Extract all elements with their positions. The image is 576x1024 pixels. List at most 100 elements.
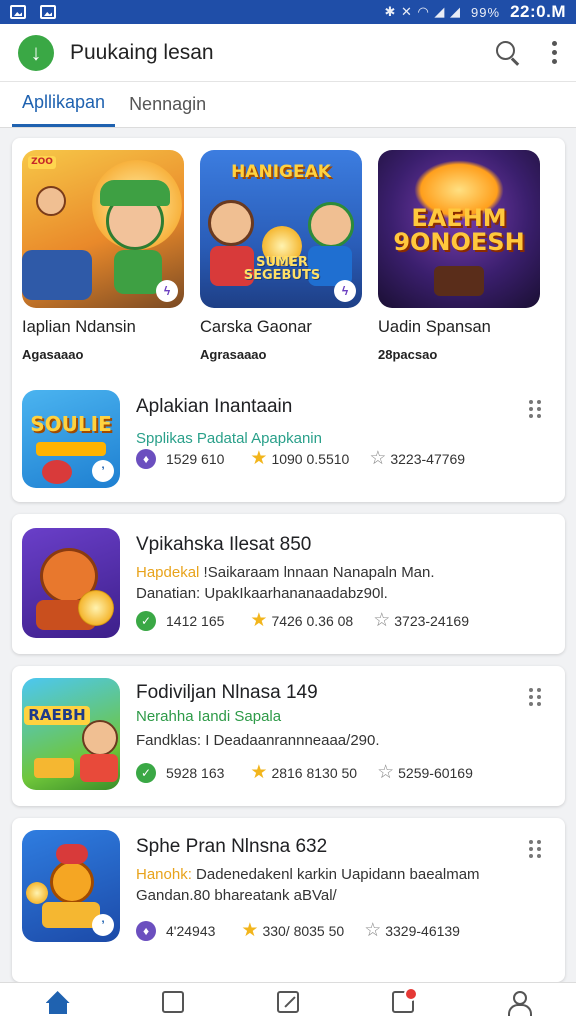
- verified-check-icon: ✓: [136, 762, 156, 783]
- featured-app-1-subtitle: Agasaaao: [22, 347, 84, 362]
- app-subtitle: Nerahha Iandi Sapala: [136, 708, 282, 725]
- featured-card: ZOO ϟ Iaplian Ndansin Agasaaao HANIGEAK …: [12, 138, 565, 502]
- home-icon: [46, 991, 70, 1014]
- tab-applications[interactable]: Apllikapan: [12, 81, 116, 127]
- library-icon: [161, 991, 184, 1013]
- app-title: Aplakian Inantaain: [136, 396, 293, 417]
- list-item[interactable]: RAEBH Fodiviljan Nlnasa 149 Nerahha Iand…: [22, 678, 555, 790]
- app-title: Sphe Pran Nlnsna 632: [136, 836, 328, 857]
- star-outline-icon: ☆: [377, 762, 395, 783]
- featured-app-1-name: Iaplian Ndansin: [22, 318, 136, 336]
- star-icon: ★: [250, 762, 268, 783]
- nav-edit[interactable]: [268, 991, 308, 1021]
- featured-app-2-name: Carska Gaonar: [200, 318, 312, 336]
- list-item[interactable]: Vpikahska Ilesat 850 Hapdekal !Saikaraam…: [22, 528, 555, 638]
- nav-tasks[interactable]: [383, 987, 423, 1021]
- verified-check-icon: ✓: [136, 610, 156, 631]
- list-item[interactable]: SOULIE ʼ Aplakian Inantaain Spplikas Pad…: [22, 390, 555, 490]
- app-icon: [22, 528, 120, 638]
- featured-app-1[interactable]: ZOO ϟ Iaplian Ndansin Agasaaao: [22, 150, 184, 362]
- reviews-count: 3223-47769: [390, 450, 466, 467]
- app-icon: ʼ: [22, 830, 120, 942]
- app-description-line-2: Danatian: UpakIkaarhananaadabz90l.: [136, 585, 388, 602]
- edit-icon: [276, 991, 299, 1013]
- drag-handle-icon[interactable]: [529, 840, 541, 858]
- more-options-icon[interactable]: [550, 41, 558, 64]
- profile-icon: [507, 991, 533, 1016]
- app-description-line-2: Gandan.80 bhareatank aBVal/: [136, 887, 337, 904]
- reviews-count: 3723-24169: [394, 612, 469, 629]
- rating-value: 2816 8130 50: [271, 764, 358, 781]
- app-bar: ↓ Puukaing lesan: [0, 24, 576, 82]
- app-badge-icon: ʼ: [92, 914, 114, 936]
- star-outline-icon: ☆: [364, 920, 382, 941]
- search-icon[interactable]: [494, 39, 522, 67]
- app-description-line-1: Hanohk: Dadenedakenl karkin Uapidann bae…: [136, 866, 480, 883]
- reviews-count: 5259-60169: [398, 764, 473, 781]
- downloads-count: 4'24943: [166, 922, 216, 939]
- featured-app-3-subtitle: 28pacsao: [378, 347, 438, 362]
- download-arrow-icon: ↓: [18, 34, 54, 71]
- featured-app-2-thumbnail: HANIGEAK SUMER SEGEBUTS ϟ: [200, 150, 362, 308]
- featured-app-3-art-text: EAEHM 9ONOESH: [393, 204, 525, 256]
- nav-profile[interactable]: [498, 991, 538, 1021]
- app-title: Puukaing lesan: [70, 40, 214, 64]
- featured-app-2[interactable]: HANIGEAK SUMER SEGEBUTS ϟ Carska Gaonar …: [200, 150, 362, 362]
- app-title: Vpikahska Ilesat 850: [136, 534, 312, 555]
- nav-library[interactable]: [153, 991, 193, 1021]
- app-title: Fodiviljan Nlnasa 149: [136, 682, 318, 703]
- rating-value: 7426 0.36 08: [271, 612, 354, 629]
- drag-handle-icon[interactable]: [529, 400, 541, 418]
- featured-app-3-thumbnail: EAEHM 9ONOESH: [378, 150, 540, 308]
- app-meta: ✓ 1412 165 ★ 7426 0.36 08 ☆ 3723-24169: [136, 609, 469, 632]
- downloads-count: 5928 163: [166, 764, 225, 781]
- app-icon-art-text: SOULIE: [30, 412, 112, 436]
- app-card: RAEBH Fodiviljan Nlnasa 149 Nerahha Iand…: [12, 666, 565, 806]
- app-card: Vpikahska Ilesat 850 Hapdekal !Saikaraam…: [12, 514, 565, 654]
- app-description: Hapdekal !Saikaraam lnnaan Nanapaln Man.…: [136, 562, 435, 604]
- app-icon-art-text: RAEBH: [24, 706, 90, 725]
- rating-value: 330/ 8035 50: [262, 922, 345, 939]
- rating-value: 1090 0.5510: [271, 450, 350, 467]
- bottom-navigation: [0, 982, 576, 1024]
- featured-app-2-art-text: SUMER SEGEBUTS: [243, 255, 321, 283]
- downloads-count: 1412 165: [166, 612, 225, 629]
- featured-app-1-thumbnail: ZOO ϟ: [22, 150, 184, 308]
- app-icon: RAEBH: [22, 678, 120, 790]
- star-icon: ★: [241, 920, 259, 941]
- app-badge-icon: ϟ: [334, 280, 356, 302]
- app-icon: SOULIE ʼ: [22, 390, 120, 488]
- app-description: Hanohk: Dadenedakenl karkin Uapidann bae…: [136, 864, 480, 906]
- tasks-icon: [392, 987, 419, 1013]
- app-description-line-1: Hapdekal !Saikaraam lnnaan Nanapaln Man.: [136, 564, 435, 581]
- reviews-count: 3329-46139: [385, 922, 460, 939]
- description-label: Hapdekal: [136, 564, 200, 581]
- list-item[interactable]: ʼ Sphe Pran Nlnsna 632 Hanohk: Dadenedak…: [22, 830, 555, 944]
- app-meta: ♦ 1529 610 ★ 1090 0.5510 ☆ 3223-47769: [136, 447, 465, 470]
- signal-icons: ✱ ✕ ◠ ◢ ◢: [384, 4, 462, 19]
- downloads-count: 1529 610: [166, 450, 225, 467]
- battery-level: 99%: [471, 4, 501, 20]
- status-bar: ✱ ✕ ◠ ◢ ◢ 99% 22:0.M: [0, 0, 576, 24]
- app-meta: ♦ 4'24943 ★ 330/ 8035 50 ☆ 3329-46139: [136, 919, 460, 942]
- description-label: Hanohk:: [136, 866, 192, 883]
- app-meta: ✓ 5928 163 ★ 2816 8130 50 ☆ 5259-60169: [136, 761, 473, 784]
- featured-app-3[interactable]: EAEHM 9ONOESH Uadin Spansan 28pacsao: [378, 150, 540, 362]
- nav-home[interactable]: [38, 991, 78, 1021]
- app-card: ʼ Sphe Pran Nlnsna 632 Hanohk: Dadenedak…: [12, 818, 565, 982]
- drag-handle-icon[interactable]: [529, 688, 541, 706]
- star-outline-icon: ☆: [373, 610, 391, 631]
- app-badge-icon: ϟ: [156, 280, 178, 302]
- app-badge-icon: ʼ: [92, 460, 114, 482]
- tab-bar: Apllikapan Nennagin: [0, 82, 576, 128]
- app-subtitle: Spplikas Padatal Apapkanin: [136, 430, 322, 447]
- downloads-icon: ♦: [136, 920, 156, 941]
- image-notification-icon: [10, 5, 26, 19]
- star-icon: ★: [250, 610, 268, 631]
- featured-app-2-subtitle: Agrasaaao: [200, 347, 267, 362]
- tab-other[interactable]: Nennagin: [119, 81, 216, 127]
- star-icon: ★: [250, 448, 268, 469]
- app-description: Fandklas: I Deadaanrannneaaa/290.: [136, 732, 380, 749]
- downloads-icon: ♦: [136, 448, 156, 469]
- featured-app-3-name: Uadin Spansan: [378, 318, 491, 336]
